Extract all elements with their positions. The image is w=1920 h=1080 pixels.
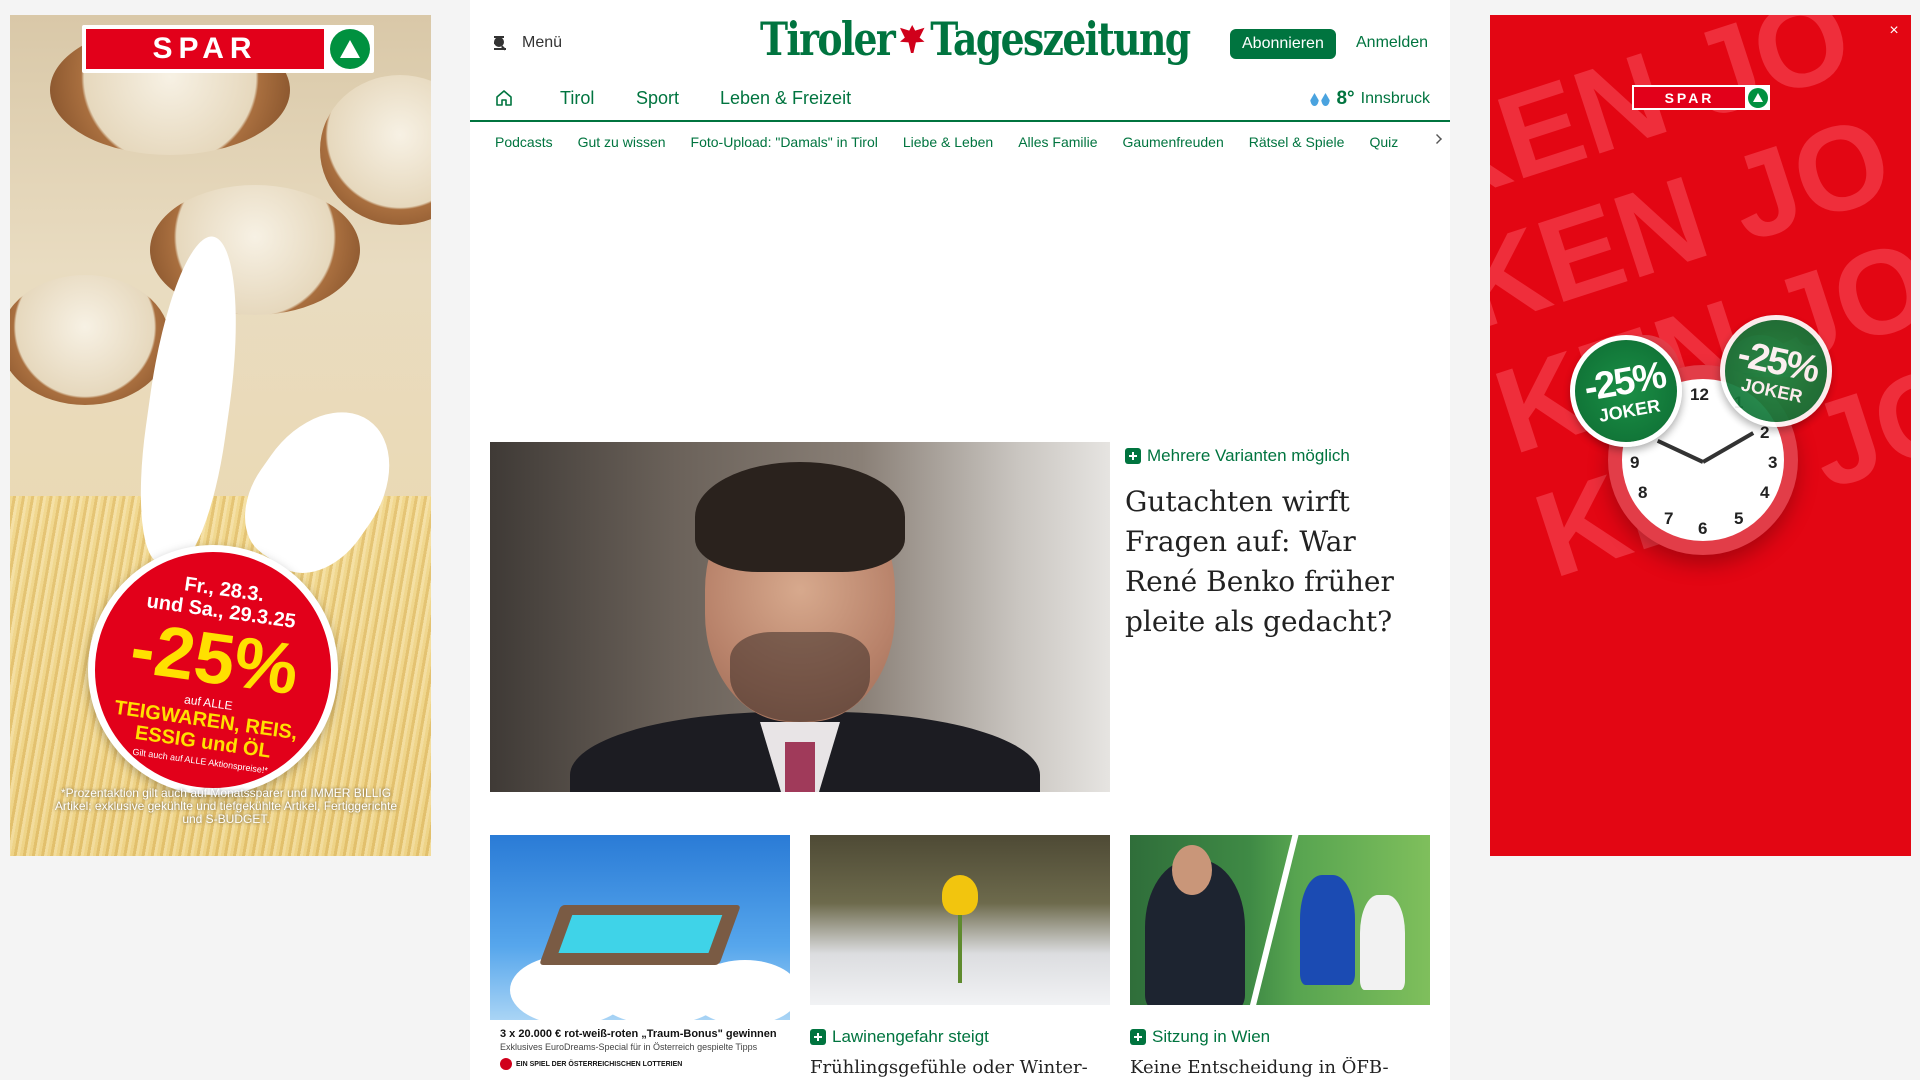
lotto-caption-footer-text: EIN SPIEL DER ÖSTERREICHISCHEN LOTTERIEN [516,1060,683,1068]
article-kicker: Lawinengefahr steigt [810,1027,1110,1047]
spar-logo-text: SPAR [1634,87,1745,108]
article-card-lotto[interactable]: 3 x 20.000 € rot-weiß-roten „Traum-Bonus… [490,835,790,1070]
site-logo-right: Tageszeitung [930,12,1191,66]
spar-tree-icon [1748,87,1768,108]
grain-bowl-image [10,275,170,405]
subnav-item-alles-familie[interactable]: Alles Familie [1018,134,1097,150]
main-nav: Tirol Sport Leben & Freizeit 8° Innsbruc… [470,86,1450,122]
hero-title[interactable]: Gutachten wirft Fragen auf: War René Ben… [1125,482,1435,642]
article-card-lawine[interactable]: Lawinengefahr steigt Frühlingsgefühle od… [810,835,1110,1078]
article-kicker: Sitzung in Wien [1130,1027,1430,1047]
main-content: Menü Tiroler Tageszeitung Abonnieren Anm… [470,0,1450,1080]
site-logo-left: Tiroler [760,12,896,66]
hero-kicker[interactable]: Mehrere Varianten möglich [1125,446,1350,466]
plus-icon [1130,1029,1146,1045]
article-kicker-label: Lawinengefahr steigt [832,1027,989,1046]
menu-label: Menü [522,34,563,51]
rain-icon [1310,93,1330,106]
chevron-right-icon[interactable] [1432,134,1442,144]
hero-image[interactable] [490,442,1110,792]
nav-item-tirol[interactable]: Tirol [560,88,594,109]
weather-temperature: 8° [1336,88,1355,109]
home-icon[interactable] [494,88,514,108]
lotto-caption-footer: EIN SPIEL DER ÖSTERREICHISCHEN LOTTERIEN [500,1058,780,1070]
lotto-ad-image [490,835,790,1020]
weather-city: Innsbruck [1360,90,1430,107]
article-card-oefb[interactable]: Sitzung in Wien Keine Entscheidung in ÖF… [1130,835,1430,1078]
subnav-item-gaumenfreuden[interactable]: Gaumenfreuden [1123,134,1224,150]
tyrol-eagle-icon [897,19,928,59]
menu-button[interactable]: Menü [494,34,562,52]
subscribe-button[interactable]: Abonnieren [1230,29,1336,59]
pasta-bowl-image [320,75,431,225]
lotto-caption-sub: Exklusives EuroDreams-Special für in Öst… [500,1042,758,1052]
subnav-item-foto-upload[interactable]: Foto-Upload: "Damals" in Tirol [691,134,878,150]
subnav-item-quiz[interactable]: Quiz [1369,134,1398,150]
article-kicker-label: Sitzung in Wien [1152,1027,1271,1046]
lotto-caption: 3 x 20.000 € rot-weiß-roten „Traum-Bonus… [490,1020,790,1070]
subnav-item-podcasts[interactable]: Podcasts [495,134,553,150]
lotto-caption-headline: 3 x 20.000 € rot-weiß-roten „Traum-Bonus… [500,1028,777,1040]
sub-nav: Podcasts Gut zu wissen Foto-Upload: "Dam… [470,122,1450,162]
ad-footnote: *Prozentaktion gilt auch auf Monatsspare… [54,786,398,826]
spar-logo: SPAR [82,25,374,73]
lotterien-logo-icon [500,1058,512,1070]
subnav-item-gut-zu-wissen[interactable]: Gut zu wissen [578,134,666,150]
article-image-soccer [1130,835,1430,1005]
article-title[interactable]: Keine Entscheidung in ÖFB- [1130,1057,1430,1078]
ad-slot-empty [470,170,1450,420]
article-image-flower [810,835,1110,1005]
spar-logo-text: SPAR [86,29,324,69]
subnav-item-liebe-leben[interactable]: Liebe & Leben [903,134,993,150]
nav-item-leben-freizeit[interactable]: Leben & Freizeit [720,88,851,109]
site-header: Menü Tiroler Tageszeitung Abonnieren Anm… [470,0,1450,88]
hero-kicker-label: Mehrere Varianten möglich [1147,446,1350,465]
login-link[interactable]: Anmelden [1356,34,1428,52]
menu-search-icon [494,35,516,51]
nav-item-sport[interactable]: Sport [636,88,679,109]
weather-widget[interactable]: 8° Innsbruck [1310,88,1430,110]
article-title[interactable]: Frühlingsgefühle oder Winter- [810,1057,1110,1078]
spar-tree-icon [330,29,370,69]
subnav-item-raetsel-spiele[interactable]: Rätsel & Spiele [1249,134,1345,150]
spar-ad-right[interactable]: KEN JO KEN JO KEN JO KEN JO SPAR 12 1 2 … [1490,15,1911,856]
plus-icon [810,1029,826,1045]
spar-logo: SPAR [1632,85,1770,110]
close-ad-icon[interactable]: × [1885,22,1903,40]
site-logo[interactable]: Tiroler Tageszeitung [760,12,1191,66]
plus-icon [1125,448,1141,464]
spar-ad-left[interactable]: SPAR Fr., 28.3. und Sa., 29.3.25 -25% au… [10,15,431,856]
